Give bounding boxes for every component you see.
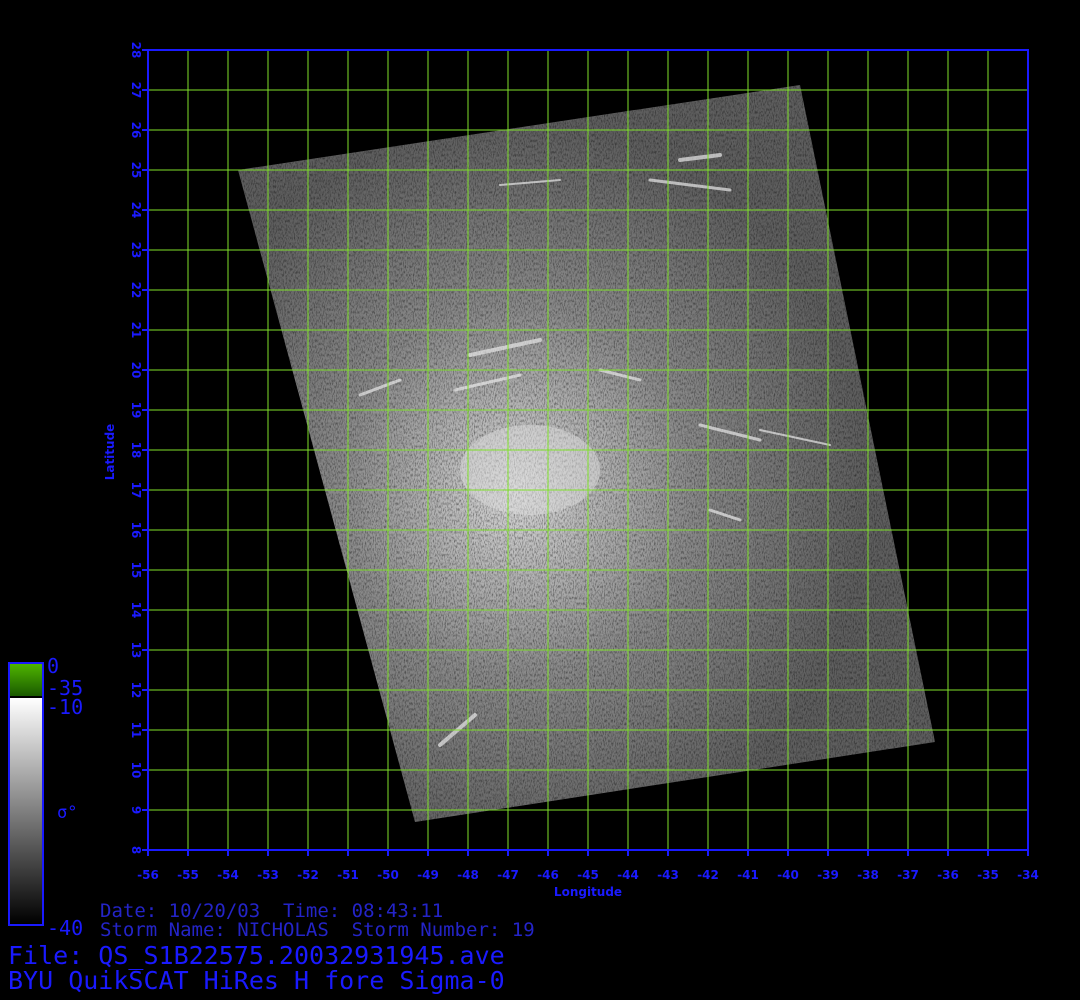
y-tick-label: 8	[129, 846, 143, 854]
x-tick-label: -48	[457, 868, 479, 882]
y-tick-label: 17	[129, 482, 143, 499]
y-axis-label: Latitude	[103, 424, 117, 481]
x-tick-label: -45	[577, 868, 599, 882]
x-tick-label: -54	[217, 868, 239, 882]
latitude-tick-labels: 8 9 10 11 12 13 14 15 16 17 18 19 20 21 22 23 24 25 26 27 28	[129, 42, 148, 854]
x-tick-label: -34	[1017, 868, 1039, 882]
y-tick-label: 25	[129, 162, 143, 179]
colorbar-gray-segment	[10, 698, 42, 924]
y-tick-label: 13	[129, 642, 143, 659]
colorbar-label-bottom: -40	[47, 916, 84, 940]
longitude-tick-labels: -56 -55 -54 -53 -52 -51 -50 -49 -48 -47 -46 -45 -44 -…	[137, 850, 1039, 882]
y-tick-label: 18	[129, 442, 143, 459]
y-tick-label: 19	[129, 402, 143, 419]
y-tick-label: 10	[129, 762, 143, 779]
y-tick-label: 21	[129, 322, 143, 339]
y-tick-label: 11	[129, 722, 143, 739]
x-tick-label: -47	[497, 868, 519, 882]
colorbar-label-top: 0	[47, 654, 60, 678]
x-tick-label: -50	[377, 868, 399, 882]
colorbar-label-gray-top: -10	[47, 695, 84, 719]
colorbar-symbol: σ°	[57, 803, 78, 823]
y-tick-label: 15	[129, 562, 143, 579]
sigma0-swath-image	[238, 85, 935, 822]
colorbar	[8, 662, 44, 926]
y-tick-label: 27	[129, 82, 143, 99]
x-tick-label: -52	[297, 868, 319, 882]
y-tick-label: 9	[129, 806, 143, 814]
y-tick-label: 26	[129, 122, 143, 139]
x-axis-label: Longitude	[554, 885, 622, 899]
x-tick-label: -49	[417, 868, 439, 882]
x-tick-label: -56	[137, 868, 159, 882]
x-tick-label: -39	[817, 868, 839, 882]
x-tick-label: -55	[177, 868, 199, 882]
x-tick-label: -37	[897, 868, 919, 882]
y-tick-label: 20	[129, 362, 143, 379]
x-tick-label: -35	[977, 868, 999, 882]
x-tick-label: -40	[777, 868, 799, 882]
y-tick-label: 12	[129, 682, 143, 699]
y-tick-label: 16	[129, 522, 143, 539]
x-tick-label: -41	[737, 868, 759, 882]
x-tick-label: -46	[537, 868, 559, 882]
scatterometer-map: -56 -55 -54 -53 -52 -51 -50 -49 -48 -47 -46 -45 -44 -…	[8, 42, 1039, 926]
x-tick-label: -38	[857, 868, 879, 882]
y-tick-label: 23	[129, 242, 143, 259]
storm-line: Storm Name: NICHOLAS Storm Number: 19	[100, 919, 535, 941]
x-tick-label: -36	[937, 868, 959, 882]
colorbar-green-segment	[10, 664, 42, 696]
x-tick-label: -42	[697, 868, 719, 882]
x-tick-label: -43	[657, 868, 679, 882]
y-tick-label: 24	[129, 202, 143, 219]
x-tick-label: -53	[257, 868, 279, 882]
lat-lon-grid	[148, 50, 1028, 850]
product-line: BYU QuikSCAT HiRes H fore Sigma-0	[8, 966, 505, 995]
x-tick-label: -51	[337, 868, 359, 882]
y-tick-label: 22	[129, 282, 143, 299]
y-tick-label: 28	[129, 42, 143, 59]
x-tick-label: -44	[617, 868, 639, 882]
y-tick-label: 14	[129, 602, 143, 619]
